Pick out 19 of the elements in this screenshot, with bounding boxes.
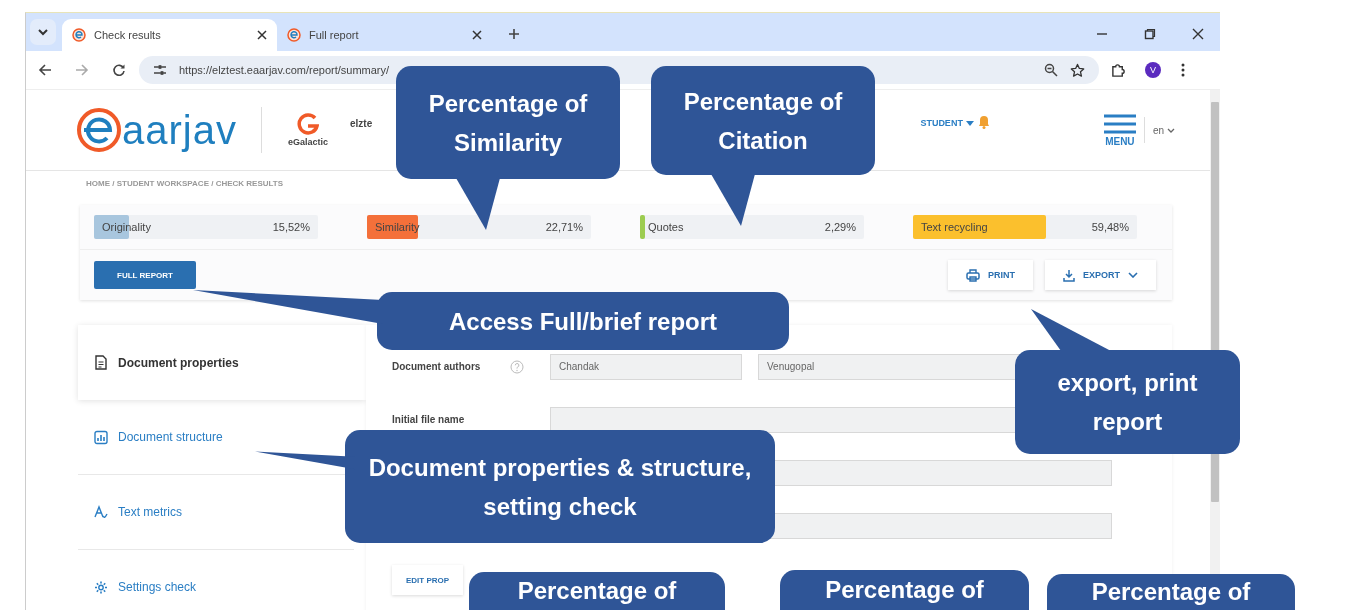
metric-label: Text recycling [921, 221, 988, 233]
partner-name: eGalactic [287, 137, 328, 147]
metric-value: 59,48% [1091, 221, 1129, 233]
callout-tooltip: Percentage of Citation [651, 66, 875, 175]
organization-name: elzte [350, 117, 373, 129]
callout-tooltip: Percentage of Similarity [396, 66, 620, 179]
breadcrumb: HOME / STUDENT WORKSPACE / CHECK RESULTS [86, 179, 284, 190]
metric-label: Originality [102, 221, 151, 233]
callout-tooltip: Percentage of [469, 572, 725, 610]
metric-label: Quotes [648, 221, 684, 233]
metric-value: 22,71% [545, 221, 583, 233]
url-text: https://elztest.eaarjav.com/report/summary/ [179, 64, 390, 76]
callout-tooltip: Document properties & structure, setting check [345, 430, 775, 543]
metric-value: 2,29% [824, 221, 856, 233]
callout-tooltip: Percentage of [780, 570, 1029, 610]
callout-tooltip: Percentage of [1047, 574, 1295, 610]
metric-value: 15,52% [272, 221, 310, 233]
field-label: Document authors [392, 361, 482, 372]
field-label: Initial file name [392, 414, 466, 425]
